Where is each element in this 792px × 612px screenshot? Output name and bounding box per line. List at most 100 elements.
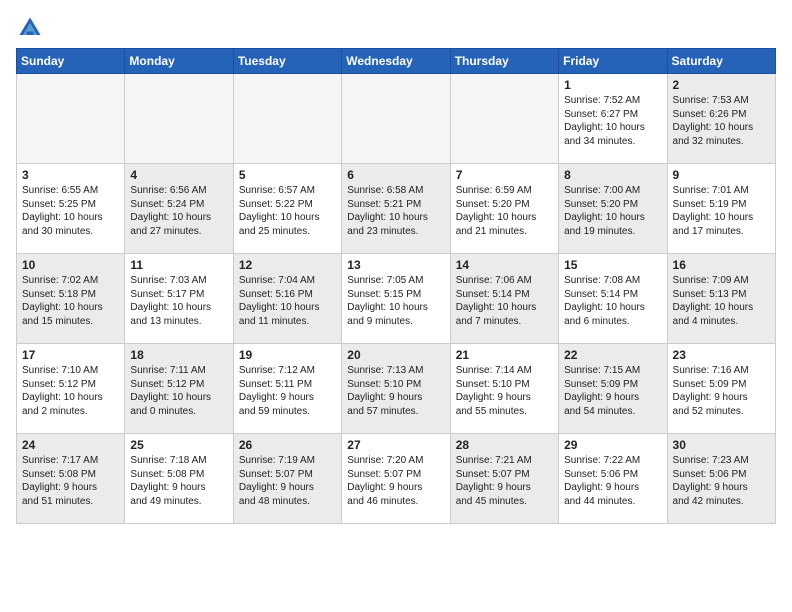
- week-row-2: 3Sunrise: 6:55 AM Sunset: 5:25 PM Daylig…: [17, 164, 776, 254]
- day-info: Sunrise: 7:06 AM Sunset: 5:14 PM Dayligh…: [456, 274, 553, 328]
- day-header-thursday: Thursday: [450, 49, 558, 74]
- day-info: Sunrise: 7:14 AM Sunset: 5:10 PM Dayligh…: [456, 364, 553, 418]
- calendar-cell: 28 Sunrise: 7:21 AM Sunset: 5:07 PM Dayli…: [450, 434, 558, 524]
- calendar-cell: [233, 74, 341, 164]
- calendar-cell: 20Sunrise: 7:13 AM Sunset: 5:10 PM Dayli…: [342, 344, 450, 434]
- calendar-cell: 29 Sunrise: 7:22 AM Sunset: 5:06 PM Dayli…: [559, 434, 667, 524]
- week-row-3: 10 Sunrise: 7:02 AM Sunset: 5:18 PM Dayli…: [17, 254, 776, 344]
- calendar-cell: [450, 74, 558, 164]
- calendar-cell: 2 Sunrise: 7:53 AM Sunset: 6:26 PM Daylig…: [667, 74, 775, 164]
- calendar-cell: 25Sunrise: 7:18 AM Sunset: 5:08 PM Dayli…: [125, 434, 233, 524]
- day-number: 9: [673, 168, 770, 182]
- calendar-cell: 26Sunrise: 7:19 AM Sunset: 5:07 PM Dayli…: [233, 434, 341, 524]
- calendar-cell: 19 Sunrise: 7:12 AM Sunset: 5:11 PM Dayli…: [233, 344, 341, 434]
- day-info: Sunrise: 7:15 AM Sunset: 5:09 PM Dayligh…: [564, 364, 661, 418]
- day-header-tuesday: Tuesday: [233, 49, 341, 74]
- day-info: Sunrise: 7:19 AM Sunset: 5:07 PM Dayligh…: [239, 454, 336, 508]
- calendar-cell: 4 Sunrise: 6:56 AM Sunset: 5:24 PM Daylig…: [125, 164, 233, 254]
- day-info: Sunrise: 7:21 AM Sunset: 5:07 PM Dayligh…: [456, 454, 553, 508]
- calendar-cell: 21 Sunrise: 7:14 AM Sunset: 5:10 PM Dayli…: [450, 344, 558, 434]
- day-header-wednesday: Wednesday: [342, 49, 450, 74]
- day-info: Sunrise: 7:08 AM Sunset: 5:14 PM Dayligh…: [564, 274, 661, 328]
- day-number: 11: [130, 258, 227, 272]
- day-info: Sunrise: 7:12 AM Sunset: 5:11 PM Dayligh…: [239, 364, 336, 418]
- day-info: Sunrise: 7:13 AM Sunset: 5:10 PM Dayligh…: [347, 364, 444, 418]
- header: [16, 10, 776, 42]
- day-info: Sunrise: 7:01 AM Sunset: 5:19 PM Dayligh…: [673, 184, 770, 238]
- day-number: 22: [564, 348, 661, 362]
- calendar-cell: 10 Sunrise: 7:02 AM Sunset: 5:18 PM Dayli…: [17, 254, 125, 344]
- calendar-table: SundayMondayTuesdayWednesdayThursdayFrid…: [16, 48, 776, 524]
- calendar-cell: 13Sunrise: 7:05 AM Sunset: 5:15 PM Dayli…: [342, 254, 450, 344]
- calendar-cell: 16 Sunrise: 7:09 AM Sunset: 5:13 PM Dayli…: [667, 254, 775, 344]
- day-number: 25: [130, 438, 227, 452]
- calendar-cell: 23 Sunrise: 7:16 AM Sunset: 5:09 PM Dayli…: [667, 344, 775, 434]
- page: SundayMondayTuesdayWednesdayThursdayFrid…: [0, 0, 792, 612]
- calendar-cell: 24 Sunrise: 7:17 AM Sunset: 5:08 PM Dayli…: [17, 434, 125, 524]
- day-number: 18: [130, 348, 227, 362]
- day-header-friday: Friday: [559, 49, 667, 74]
- calendar-cell: 5 Sunrise: 6:57 AM Sunset: 5:22 PM Daylig…: [233, 164, 341, 254]
- day-number: 17: [22, 348, 119, 362]
- day-number: 27: [347, 438, 444, 452]
- day-info: Sunrise: 6:59 AM Sunset: 5:20 PM Dayligh…: [456, 184, 553, 238]
- day-number: 21: [456, 348, 553, 362]
- header-row: SundayMondayTuesdayWednesdayThursdayFrid…: [17, 49, 776, 74]
- day-info: Sunrise: 7:02 AM Sunset: 5:18 PM Dayligh…: [22, 274, 119, 328]
- calendar-cell: [125, 74, 233, 164]
- calendar-cell: [17, 74, 125, 164]
- day-number: 16: [673, 258, 770, 272]
- day-info: Sunrise: 6:55 AM Sunset: 5:25 PM Dayligh…: [22, 184, 119, 238]
- day-info: Sunrise: 7:17 AM Sunset: 5:08 PM Dayligh…: [22, 454, 119, 508]
- calendar-cell: 18 Sunrise: 7:11 AM Sunset: 5:12 PM Dayli…: [125, 344, 233, 434]
- calendar-cell: 7Sunrise: 6:59 AM Sunset: 5:20 PM Daylig…: [450, 164, 558, 254]
- day-number: 13: [347, 258, 444, 272]
- calendar-cell: 3Sunrise: 6:55 AM Sunset: 5:25 PM Daylig…: [17, 164, 125, 254]
- day-number: 8: [564, 168, 661, 182]
- calendar-cell: 14 Sunrise: 7:06 AM Sunset: 5:14 PM Dayli…: [450, 254, 558, 344]
- calendar-body: 1Sunrise: 7:52 AM Sunset: 6:27 PM Daylig…: [17, 74, 776, 524]
- logo-icon: [16, 14, 44, 42]
- calendar-cell: 1Sunrise: 7:52 AM Sunset: 6:27 PM Daylig…: [559, 74, 667, 164]
- day-number: 28: [456, 438, 553, 452]
- day-number: 2: [673, 78, 770, 92]
- day-header-monday: Monday: [125, 49, 233, 74]
- day-number: 4: [130, 168, 227, 182]
- day-info: Sunrise: 7:09 AM Sunset: 5:13 PM Dayligh…: [673, 274, 770, 328]
- day-info: Sunrise: 6:56 AM Sunset: 5:24 PM Dayligh…: [130, 184, 227, 238]
- day-number: 10: [22, 258, 119, 272]
- day-info: Sunrise: 7:11 AM Sunset: 5:12 PM Dayligh…: [130, 364, 227, 418]
- week-row-1: 1Sunrise: 7:52 AM Sunset: 6:27 PM Daylig…: [17, 74, 776, 164]
- day-number: 24: [22, 438, 119, 452]
- calendar-cell: 27 Sunrise: 7:20 AM Sunset: 5:07 PM Dayli…: [342, 434, 450, 524]
- day-number: 5: [239, 168, 336, 182]
- day-number: 14: [456, 258, 553, 272]
- calendar-cell: 9 Sunrise: 7:01 AM Sunset: 5:19 PM Daylig…: [667, 164, 775, 254]
- day-number: 30: [673, 438, 770, 452]
- calendar-cell: [342, 74, 450, 164]
- day-info: Sunrise: 7:53 AM Sunset: 6:26 PM Dayligh…: [673, 94, 770, 148]
- day-info: Sunrise: 7:10 AM Sunset: 5:12 PM Dayligh…: [22, 364, 119, 418]
- day-info: Sunrise: 7:52 AM Sunset: 6:27 PM Dayligh…: [564, 94, 661, 148]
- day-info: Sunrise: 7:16 AM Sunset: 5:09 PM Dayligh…: [673, 364, 770, 418]
- week-row-4: 17 Sunrise: 7:10 AM Sunset: 5:12 PM Dayli…: [17, 344, 776, 434]
- calendar-cell: 22 Sunrise: 7:15 AM Sunset: 5:09 PM Dayli…: [559, 344, 667, 434]
- day-info: Sunrise: 7:03 AM Sunset: 5:17 PM Dayligh…: [130, 274, 227, 328]
- day-info: Sunrise: 7:04 AM Sunset: 5:16 PM Dayligh…: [239, 274, 336, 328]
- day-header-saturday: Saturday: [667, 49, 775, 74]
- day-number: 23: [673, 348, 770, 362]
- day-info: Sunrise: 6:57 AM Sunset: 5:22 PM Dayligh…: [239, 184, 336, 238]
- day-info: Sunrise: 7:22 AM Sunset: 5:06 PM Dayligh…: [564, 454, 661, 508]
- day-info: Sunrise: 7:23 AM Sunset: 5:06 PM Dayligh…: [673, 454, 770, 508]
- day-number: 19: [239, 348, 336, 362]
- calendar-cell: 11 Sunrise: 7:03 AM Sunset: 5:17 PM Dayli…: [125, 254, 233, 344]
- day-header-sunday: Sunday: [17, 49, 125, 74]
- calendar-header: SundayMondayTuesdayWednesdayThursdayFrid…: [17, 49, 776, 74]
- calendar-cell: 6Sunrise: 6:58 AM Sunset: 5:21 PM Daylig…: [342, 164, 450, 254]
- calendar-cell: 15 Sunrise: 7:08 AM Sunset: 5:14 PM Dayli…: [559, 254, 667, 344]
- day-number: 29: [564, 438, 661, 452]
- day-info: Sunrise: 7:20 AM Sunset: 5:07 PM Dayligh…: [347, 454, 444, 508]
- calendar-cell: 30 Sunrise: 7:23 AM Sunset: 5:06 PM Dayli…: [667, 434, 775, 524]
- day-number: 15: [564, 258, 661, 272]
- calendar-cell: 8Sunrise: 7:00 AM Sunset: 5:20 PM Daylig…: [559, 164, 667, 254]
